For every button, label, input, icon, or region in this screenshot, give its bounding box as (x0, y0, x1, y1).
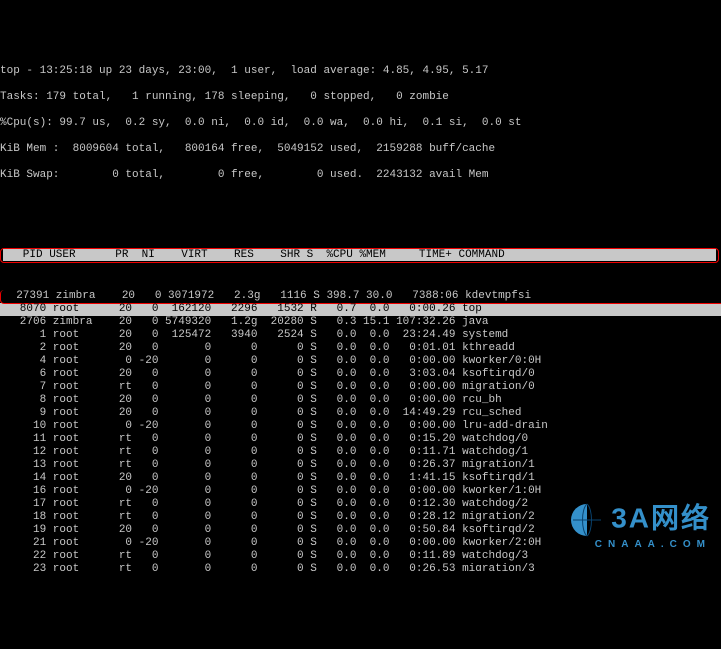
process-row: 14 root 20 0 0 0 0 S 0.0 0.0 1:41.15 kso… (0, 472, 721, 485)
process-row: 6 root 20 0 0 0 0 S 0.0 0.0 3:03.04 ksof… (0, 368, 721, 381)
process-row: 8070 root 20 0 162120 2296 1532 R 0.7 0.… (0, 303, 721, 316)
summary-line-5: KiB Swap: 0 total, 0 free, 0 used. 22431… (0, 169, 721, 182)
terminal-window: top - 13:25:18 up 23 days, 23:00, 1 user… (0, 26, 721, 571)
summary-line-4: KiB Mem : 8009604 total, 800164 free, 50… (0, 143, 721, 156)
highlight-box: PID USER PR NI VIRT RES SHR S %CPU %MEM … (0, 248, 719, 263)
summary-line-1: top - 13:25:18 up 23 days, 23:00, 1 user… (0, 65, 721, 78)
process-row: 27391 zimbra 20 0 3071972 2.3g 1116 S 39… (0, 290, 721, 303)
process-row: 1 root 20 0 125472 3940 2524 S 0.0 0.0 2… (0, 329, 721, 342)
process-row: 2706 zimbra 20 0 5749320 1.2g 20280 S 0.… (0, 316, 721, 329)
process-row: 23 root rt 0 0 0 0 S 0.0 0.0 0:26.53 mig… (0, 563, 721, 571)
summary-blank (0, 195, 721, 208)
globe-icon (569, 502, 605, 538)
process-row: 4 root 0 -20 0 0 0 S 0.0 0.0 0:00.00 kwo… (0, 355, 721, 368)
process-row: 2 root 20 0 0 0 0 S 0.0 0.0 0:01.01 kthr… (0, 342, 721, 355)
summary-line-3: %Cpu(s): 99.7 us, 0.2 sy, 0.0 ni, 0.0 id… (0, 117, 721, 130)
summary-line-2: Tasks: 179 total, 1 running, 178 sleepin… (0, 91, 721, 104)
column-headers: PID USER PR NI VIRT RES SHR S %CPU %MEM … (3, 249, 716, 261)
process-row: 13 root rt 0 0 0 0 S 0.0 0.0 0:26.37 mig… (0, 459, 721, 472)
process-row: 10 root 0 -20 0 0 0 S 0.0 0.0 0:00.00 lr… (0, 420, 721, 433)
process-row: 16 root 0 -20 0 0 0 S 0.0 0.0 0:00.00 kw… (0, 485, 721, 498)
process-row: 8 root 20 0 0 0 0 S 0.0 0.0 0:00.00 rcu_… (0, 394, 721, 407)
process-row: 9 root 20 0 0 0 0 S 0.0 0.0 14:49.29 rcu… (0, 407, 721, 420)
process-row: 7 root rt 0 0 0 0 S 0.0 0.0 0:00.00 migr… (0, 381, 721, 394)
process-row: 11 root rt 0 0 0 0 S 0.0 0.0 0:15.20 wat… (0, 433, 721, 446)
watermark-logo: 3A网络CNAAA.COM (569, 502, 711, 551)
process-row: 22 root rt 0 0 0 0 S 0.0 0.0 0:11.89 wat… (0, 550, 721, 563)
process-row: 12 root rt 0 0 0 0 S 0.0 0.0 0:11.71 wat… (0, 446, 721, 459)
